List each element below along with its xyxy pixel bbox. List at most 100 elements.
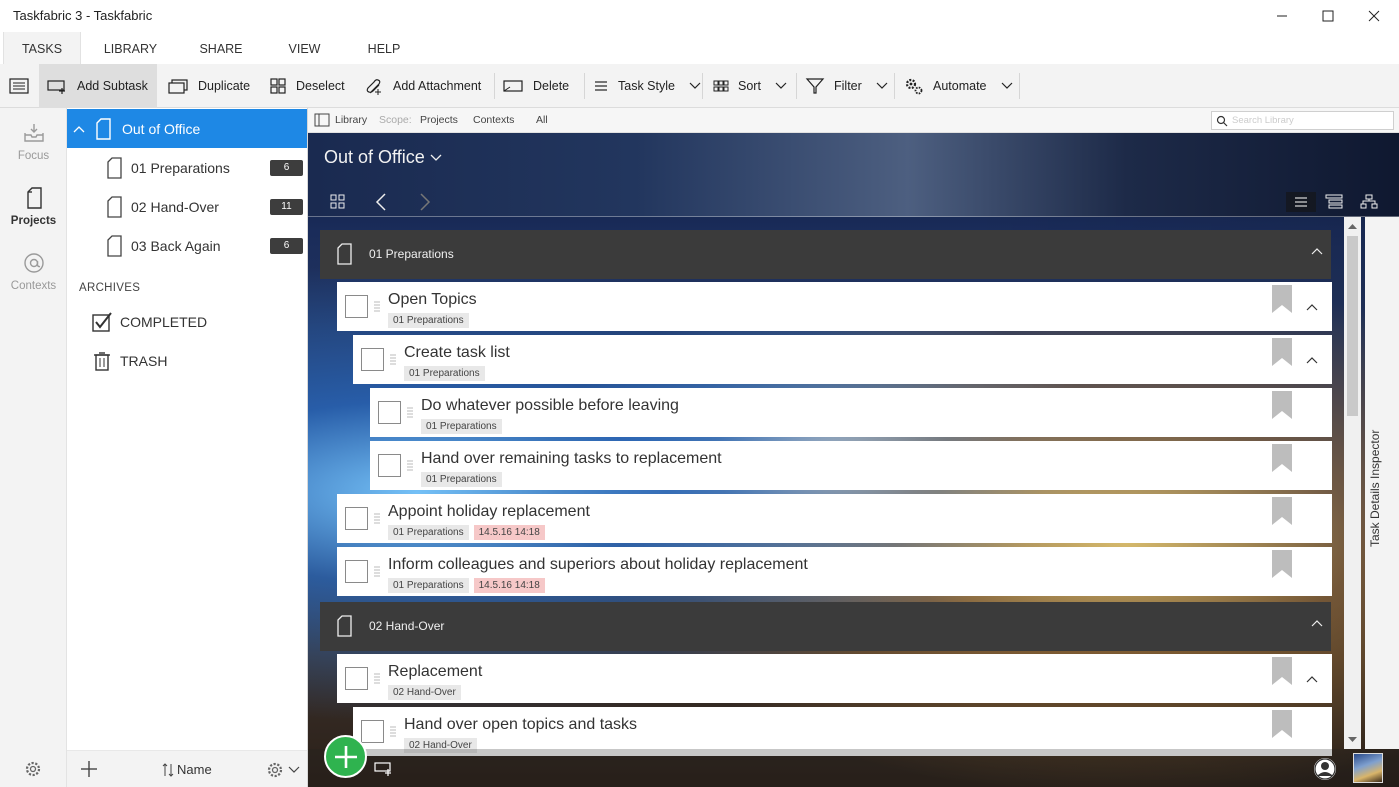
drag-handle-icon[interactable] [374, 565, 380, 577]
project-tag: 01 Preparations [421, 419, 502, 434]
task-row[interactable]: Replacement 02 Hand-Over [337, 654, 1332, 703]
list-mode-button[interactable] [1286, 192, 1316, 212]
toolbar-divider [1019, 73, 1020, 99]
project-item-02[interactable]: 02 Hand-Over 11 [67, 187, 307, 226]
scope-projects[interactable]: Projects [420, 114, 458, 126]
task-checkbox[interactable] [378, 454, 401, 477]
duplicate-button[interactable]: Duplicate [167, 64, 250, 108]
task-row[interactable]: Inform colleagues and superiors about ho… [337, 547, 1332, 596]
task-checkbox[interactable] [361, 720, 384, 743]
project-group-header[interactable]: 01 Preparations [320, 230, 1331, 279]
add-attachment-button[interactable]: Add Attachment [364, 64, 481, 108]
archive-trash[interactable]: TRASH [92, 347, 167, 375]
task-row[interactable]: Hand over remaining tasks to replacement… [370, 441, 1332, 490]
project-group-header[interactable]: 02 Hand-Over [320, 602, 1331, 651]
bookmark-icon[interactable] [1272, 391, 1292, 419]
minimize-button[interactable] [1259, 0, 1305, 32]
task-row[interactable]: Create task list 01 Preparations [353, 335, 1332, 384]
project-item-root[interactable]: Out of Office [67, 109, 307, 148]
add-subtask-small-button[interactable] [374, 760, 394, 778]
task-row[interactable]: Appoint holiday replacement 01 Preparati… [337, 494, 1332, 543]
background-thumbnail[interactable] [1353, 753, 1383, 783]
add-task-button[interactable] [324, 735, 367, 778]
sort-dropdown[interactable]: Sort [713, 64, 787, 108]
tab-view[interactable]: VIEW [277, 32, 332, 64]
sort-by-name-button[interactable]: Name [162, 762, 212, 777]
filter-dropdown[interactable]: Filter [805, 64, 888, 108]
drag-handle-icon[interactable] [374, 512, 380, 524]
outline-mode-button[interactable] [1325, 194, 1343, 210]
task-details-inspector-tab[interactable]: Task Details Inspector [1365, 217, 1399, 749]
rail-focus[interactable]: Focus [0, 121, 67, 162]
chevron-up-icon[interactable] [1311, 247, 1323, 255]
bookmark-icon[interactable] [1272, 497, 1292, 525]
chevron-up-icon[interactable] [1311, 619, 1323, 627]
task-checkbox[interactable] [345, 667, 368, 690]
project-name: 01 Preparations [131, 159, 230, 176]
rail-projects-label: Projects [10, 215, 57, 227]
scroll-up-icon[interactable] [1344, 219, 1361, 233]
tab-help[interactable]: HELP [356, 32, 412, 64]
settings-button[interactable] [22, 758, 44, 780]
back-button[interactable] [375, 192, 387, 212]
scroll-down-icon[interactable] [1344, 733, 1361, 747]
drag-handle-icon[interactable] [390, 725, 396, 737]
drag-handle-icon[interactable] [374, 672, 380, 684]
add-attachment-label: Add Attachment [393, 79, 482, 93]
add-subtask-button[interactable]: Add Subtask [39, 64, 157, 108]
deselect-button[interactable]: Deselect [269, 64, 345, 108]
project-icon [96, 117, 111, 140]
bookmark-icon[interactable] [1272, 444, 1292, 472]
scope-all[interactable]: All [536, 114, 548, 126]
bookmark-icon[interactable] [1272, 338, 1292, 366]
rail-contexts[interactable]: Contexts [0, 251, 67, 292]
search-library-input[interactable]: Search Library [1211, 111, 1394, 130]
task-checkbox[interactable] [345, 560, 368, 583]
tab-tasks[interactable]: TASKS [3, 32, 81, 64]
maximize-icon [1322, 10, 1334, 22]
scope-contexts[interactable]: Contexts [473, 114, 514, 126]
task-row[interactable]: Open Topics 01 Preparations [337, 282, 1332, 331]
maximize-button[interactable] [1305, 0, 1351, 32]
bookmark-icon[interactable] [1272, 285, 1292, 313]
view-title-dropdown[interactable]: Out of Office [324, 147, 442, 168]
completed-label: COMPLETED [120, 314, 208, 330]
grid-view-button[interactable] [330, 194, 346, 210]
tab-library[interactable]: LIBRARY [93, 32, 168, 64]
task-checkbox[interactable] [361, 348, 384, 371]
drag-handle-icon[interactable] [407, 459, 413, 471]
list-view-button[interactable] [8, 64, 39, 108]
add-subtask-icon [374, 762, 391, 776]
close-button[interactable] [1351, 0, 1397, 32]
chevron-up-icon[interactable] [1306, 303, 1318, 311]
drag-handle-icon[interactable] [407, 406, 413, 418]
drag-handle-icon[interactable] [390, 353, 396, 365]
task-title: Appoint holiday replacement [388, 503, 590, 520]
bookmark-icon[interactable] [1272, 710, 1292, 738]
task-checkbox[interactable] [378, 401, 401, 424]
project-item-03[interactable]: 03 Back Again 6 [67, 226, 307, 265]
task-row[interactable]: Do whatever possible before leaving 01 P… [370, 388, 1332, 437]
forward-button[interactable] [419, 192, 431, 212]
task-style-dropdown[interactable]: Task Style [593, 64, 701, 108]
task-checkbox[interactable] [345, 295, 368, 318]
automate-dropdown[interactable]: Automate [904, 64, 1013, 108]
tree-mode-button[interactable] [1360, 194, 1378, 210]
scrollbar-thumb[interactable] [1347, 236, 1358, 416]
archive-completed[interactable]: COMPLETED [92, 308, 207, 336]
chevron-up-icon[interactable] [1306, 356, 1318, 364]
add-project-button[interactable] [79, 759, 99, 779]
library-toggle[interactable]: Library [314, 113, 367, 127]
chevron-up-icon[interactable] [1306, 675, 1318, 683]
project-options-button[interactable] [264, 759, 300, 781]
task-checkbox[interactable] [345, 507, 368, 530]
rail-projects[interactable]: Projects [0, 186, 67, 227]
bookmark-icon[interactable] [1272, 550, 1292, 578]
tab-share[interactable]: SHARE [190, 32, 252, 64]
delete-button[interactable]: Delete [502, 64, 569, 108]
bookmark-icon[interactable] [1272, 657, 1292, 685]
sort-order-icon [162, 762, 174, 777]
project-item-01[interactable]: 01 Preparations 6 [67, 148, 307, 187]
account-button[interactable] [1314, 758, 1336, 780]
drag-handle-icon[interactable] [374, 300, 380, 312]
